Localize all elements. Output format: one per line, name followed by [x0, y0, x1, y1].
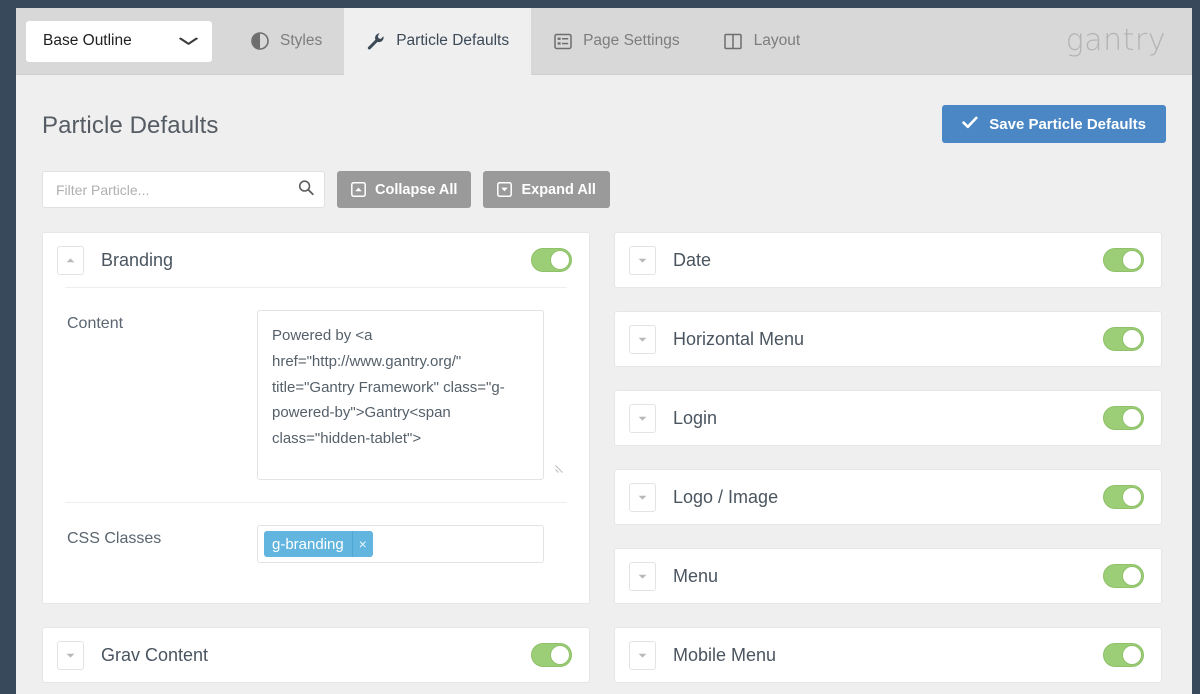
particle-enabled-toggle[interactable]	[531, 248, 572, 272]
toggle-knob	[1122, 250, 1142, 270]
filter-particle-field	[42, 171, 325, 208]
content-textarea[interactable]: Powered by <a href="http://www.gantry.or…	[257, 310, 544, 480]
main-tabs: Styles Particle Defaults	[228, 8, 822, 75]
particle-card-date: Date	[614, 232, 1162, 288]
particle-enabled-toggle[interactable]	[1103, 406, 1144, 430]
resize-grip-icon[interactable]	[546, 463, 566, 474]
close-icon[interactable]: ×	[352, 531, 373, 557]
expand-all-button[interactable]: Expand All	[483, 171, 609, 208]
tab-page-settings[interactable]: Page Settings	[531, 8, 702, 75]
caret-down-icon[interactable]	[629, 562, 656, 591]
particle-card-header[interactable]: Branding	[43, 233, 589, 287]
caret-down-icon[interactable]	[629, 246, 656, 275]
caret-down-icon[interactable]	[57, 641, 84, 670]
toggle-knob	[1122, 645, 1142, 665]
particle-card-header[interactable]: Grav Content	[43, 628, 589, 682]
particle-enabled-toggle[interactable]	[1103, 643, 1144, 667]
toggle-knob	[550, 250, 570, 270]
field-content: Content Powered by <a href="http://www.g…	[65, 287, 567, 502]
collapse-all-label: Collapse All	[375, 182, 457, 198]
particle-enabled-toggle[interactable]	[1103, 248, 1144, 272]
save-button-label: Save Particle Defaults	[989, 116, 1146, 133]
outline-selector-value: Base Outline	[43, 32, 132, 50]
page-header: Particle Defaults Save Particle Defaults	[42, 75, 1166, 143]
tab-styles[interactable]: Styles	[228, 8, 344, 75]
caret-down-icon[interactable]	[629, 483, 656, 512]
columns-layout-icon	[724, 32, 743, 51]
particle-card-header[interactable]: Horizontal Menu	[615, 312, 1161, 366]
particle-card-header[interactable]: Logo / Image	[615, 470, 1161, 524]
toggle-knob	[1122, 408, 1142, 428]
particle-title: Horizontal Menu	[673, 329, 1103, 350]
particles-column-left: Branding Content Powered by <a href="htt…	[42, 232, 590, 694]
toggle-knob	[1122, 329, 1142, 349]
particle-title: Branding	[101, 250, 531, 271]
page-shell: Base Outline Styles	[16, 8, 1192, 694]
field-css-classes: CSS Classes g-branding ×	[65, 502, 567, 585]
css-class-chip: g-branding ×	[264, 531, 373, 557]
search-input[interactable]	[42, 171, 325, 208]
particle-card-grav-content: Grav Content	[42, 627, 590, 683]
collapse-all-button[interactable]: Collapse All	[337, 171, 471, 208]
caret-down-icon[interactable]	[629, 404, 656, 433]
toggle-knob	[1122, 487, 1142, 507]
caret-down-icon[interactable]	[629, 641, 656, 670]
css-class-chip-label: g-branding	[264, 531, 352, 557]
caret-up-box-icon	[351, 182, 366, 197]
particle-enabled-toggle[interactable]	[1103, 485, 1144, 509]
tab-particle-defaults-label: Particle Defaults	[396, 32, 509, 50]
particle-title: Grav Content	[101, 645, 531, 666]
field-css-classes-label: CSS Classes	[65, 525, 257, 548]
particle-card-header[interactable]: Login	[615, 391, 1161, 445]
tab-page-settings-label: Page Settings	[583, 32, 680, 50]
caret-up-icon[interactable]	[57, 246, 84, 275]
tab-styles-label: Styles	[280, 32, 322, 50]
caret-down-icon[interactable]	[629, 325, 656, 354]
wrench-icon	[366, 32, 385, 51]
field-content-control: Powered by <a href="http://www.gantry.or…	[257, 310, 567, 480]
particle-title: Menu	[673, 566, 1103, 587]
particles-column-right: Date Horizontal Menu	[614, 232, 1162, 694]
particle-card-mobile-menu: Mobile Menu	[614, 627, 1162, 683]
particle-title: Logo / Image	[673, 487, 1103, 508]
toolbar: Collapse All Expand All	[42, 171, 1166, 208]
save-particle-defaults-button[interactable]: Save Particle Defaults	[942, 105, 1166, 143]
particle-title: Login	[673, 408, 1103, 429]
particle-card-logo-image: Logo / Image	[614, 469, 1162, 525]
particle-title: Date	[673, 250, 1103, 271]
top-navigation-bar: Base Outline Styles	[16, 8, 1192, 75]
particles-grid: Branding Content Powered by <a href="htt…	[42, 232, 1166, 694]
particle-card-body: Content Powered by <a href="http://www.g…	[43, 287, 589, 603]
tab-particle-defaults[interactable]: Particle Defaults	[344, 8, 531, 75]
particle-card-login: Login	[614, 390, 1162, 446]
particle-card-header[interactable]: Mobile Menu	[615, 628, 1161, 682]
particle-card-header[interactable]: Date	[615, 233, 1161, 287]
particle-card-menu: Menu	[614, 548, 1162, 604]
app-window: Base Outline Styles	[0, 0, 1200, 694]
particle-card-header[interactable]: Menu	[615, 549, 1161, 603]
tab-layout-label: Layout	[754, 32, 801, 50]
particle-card-branding: Branding Content Powered by <a href="htt…	[42, 232, 590, 604]
contrast-circle-icon	[250, 32, 269, 51]
toggle-knob	[1122, 566, 1142, 586]
page-title: Particle Defaults	[42, 105, 218, 138]
chevron-down-icon	[178, 35, 198, 47]
particle-card-horizontal-menu: Horizontal Menu	[614, 311, 1162, 367]
caret-down-box-icon	[497, 182, 512, 197]
expand-all-label: Expand All	[521, 182, 595, 198]
particle-enabled-toggle[interactable]	[1103, 564, 1144, 588]
field-css-classes-control: g-branding ×	[257, 525, 567, 563]
field-content-label: Content	[65, 310, 257, 333]
document-list-icon	[553, 32, 572, 51]
particle-enabled-toggle[interactable]	[1103, 327, 1144, 351]
tab-layout[interactable]: Layout	[702, 8, 823, 75]
css-classes-input[interactable]: g-branding ×	[257, 525, 544, 563]
particle-enabled-toggle[interactable]	[531, 643, 572, 667]
content-area: Particle Defaults Save Particle Defaults	[16, 75, 1192, 694]
toggle-knob	[550, 645, 570, 665]
outline-selector[interactable]: Base Outline	[26, 21, 212, 62]
gantry-logo: gantry	[1066, 26, 1166, 56]
particle-title: Mobile Menu	[673, 645, 1103, 666]
check-icon	[962, 116, 978, 132]
